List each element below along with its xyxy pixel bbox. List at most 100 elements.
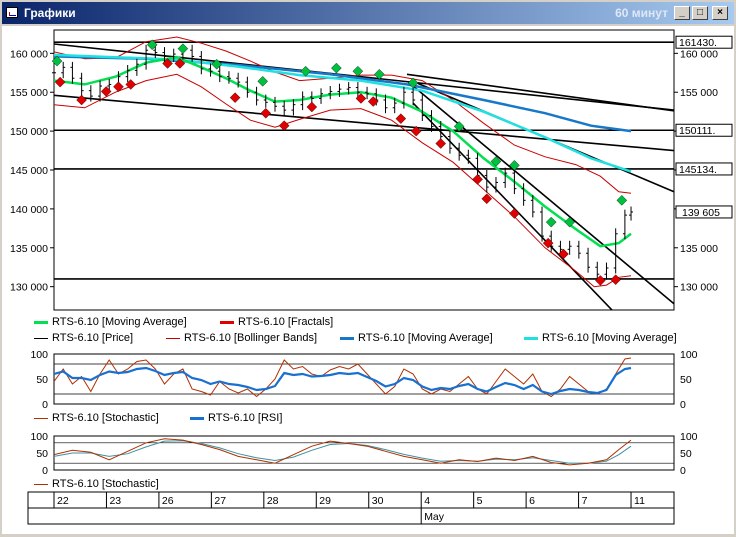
legend-item-ma-green: RTS-6.10 [Moving Average] [34,316,187,328]
legend-item-stochastic-2: RTS-6.10 [Stochastic] [34,478,159,490]
fractal-down-marker [229,92,241,103]
title-bar[interactable]: Графики 60 минут _ □ × [2,2,734,24]
legend-label: RTS-6.10 [Moving Average] [358,332,493,344]
stochastic-2-y-tick-label-right: 0 [680,465,686,477]
legend-label: RTS-6.10 [Moving Average] [542,332,677,344]
fractal-down-marker [306,101,318,113]
legend-label: RTS-6.10 [RSI] [208,412,283,424]
stochastic-2-panel-frame [53,435,675,471]
price-panel-frame [53,29,675,311]
stochastic-rsi-y-tick-label-left: 0 [42,399,48,411]
legend-item-bollinger: RTS-6.10 [Bollinger Bands] [166,332,317,344]
x-tick-label: 5 [477,495,483,507]
trend-line [412,85,674,305]
month-label: May [424,511,445,523]
chart-window-icon [6,7,18,18]
legend-item-stochastic: RTS-6.10 [Stochastic] [34,412,159,424]
minimize-button[interactable]: _ [674,6,690,20]
x-tick-label: 27 [214,495,226,507]
legend-swatch [34,320,48,324]
y-tick-label-left: 155 000 [10,87,48,99]
x-tick-label: 30 [372,495,384,507]
x-tick-label: 4 [424,495,430,507]
x-tick-label: 11 [634,495,645,507]
legend-swatch [34,417,48,419]
legend-swatch [190,416,204,420]
stochastic-rsi-y-tick-label-right: 0 [680,399,686,411]
stochastic-2-y-tick-label-left: 50 [36,448,48,460]
close-button[interactable]: × [712,6,728,20]
chart-svg[interactable]: 130 000130 000135 000135 000140 000140 0… [2,26,734,534]
y-tick-label-left: 140 000 [10,204,48,216]
legend-swatch [166,337,180,339]
legend-swatch [34,337,48,339]
legend-label: RTS-6.10 [Price] [52,332,134,344]
stochastic-2-y-tick-label-right: 50 [680,448,692,460]
fractal-down-marker [54,76,66,88]
fractal-up-marker [177,43,189,54]
chart-area[interactable]: 130 000130 000135 000135 000140 000140 0… [2,26,734,534]
legend-swatch [34,483,48,485]
legend-item-rsi: RTS-6.10 [RSI] [190,412,282,424]
y-tick-label-right: 135 000 [680,243,718,255]
fractal-down-marker [260,107,272,119]
x-tick-label: 22 [57,495,69,507]
maximize-button[interactable]: □ [692,6,708,20]
bollinger-upper-line [54,36,632,194]
fractal-down-marker [113,81,124,93]
legend-item-price: RTS-6.10 [Price] [34,332,133,344]
legend-label: RTS-6.10 [Stochastic] [52,478,159,490]
legend-swatch [524,336,538,340]
rsi-line [54,366,632,396]
legend-label: RTS-6.10 [Fractals] [238,316,334,328]
legend-item-ma-blue: RTS-6.10 [Moving Average] [340,332,493,344]
y-tick-label-left: 145 000 [10,165,48,177]
stochastic-rsi-y-tick-label-left: 100 [30,349,48,361]
y-tick-label-right: 130 000 [680,282,718,294]
x-tick-label: 23 [109,495,121,507]
fractal-up-marker [545,216,557,228]
stochastic-2-y-tick-label-left: 100 [30,431,48,443]
stochastic-rsi-y-tick-label-right: 100 [680,349,698,361]
current-price-label: 139 605 [682,207,720,219]
window-title: Графики [24,6,76,20]
timeframe-label[interactable]: 60 минут [615,6,668,20]
bollinger-lower-line [54,73,632,288]
fractal-down-marker [472,174,483,185]
level-label: 150111. [679,125,715,137]
y-tick-label-left: 160 000 [10,48,48,60]
legend-swatch [340,336,354,340]
legend-label: RTS-6.10 [Moving Average] [52,316,187,328]
x-tick-label: 7 [582,495,588,507]
fractal-down-marker [76,94,87,106]
ma-green-line [54,55,632,248]
legend-label: RTS-6.10 [Bollinger Bands] [184,332,318,344]
x-tick-label: 28 [267,495,279,507]
fractal-up-marker [331,62,342,74]
legend-label: RTS-6.10 [Stochastic] [52,412,159,424]
stochastic-2-y-tick-label-right: 100 [680,431,698,443]
y-tick-label-left: 135 000 [10,243,48,255]
y-tick-label-right: 155 000 [680,87,718,99]
legend-item-fractals: RTS-6.10 [Fractals] [220,316,333,328]
fractal-down-marker [610,274,621,285]
y-tick-label-left: 130 000 [10,282,48,294]
stochastic-2-y-tick-label-left: 0 [42,465,48,477]
fractal-down-marker [278,120,290,131]
stochastic-rsi-y-tick-label-right: 50 [680,374,692,386]
x-tick-label: 29 [319,495,331,507]
fractal-up-marker [616,195,628,206]
fractal-up-marker [257,76,268,87]
y-tick-label-right: 160 000 [680,48,718,60]
fractal-down-marker [395,113,407,124]
fractal-down-marker [435,138,447,149]
fractal-down-marker [509,208,520,219]
y-tick-label-left: 150 000 [10,126,48,138]
x-tick-label: 26 [162,495,174,507]
stochastic-rsi-y-tick-label-left: 50 [36,374,48,386]
legend-item-ma-cyan: RTS-6.10 [Moving Average] [524,332,677,344]
x-tick-label: 6 [529,495,535,507]
level-label: 161430. [679,37,717,49]
level-label: 145134. [679,164,717,176]
chart-window: Графики 60 минут _ □ × 130 000 130 000 135… [0,0,736,536]
